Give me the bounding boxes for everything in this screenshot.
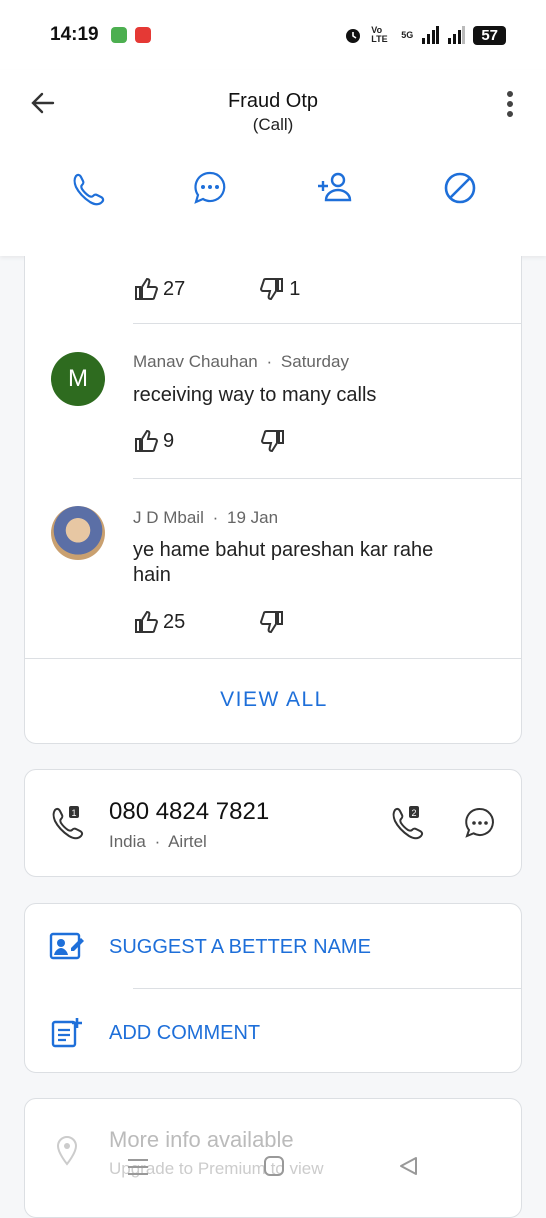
- svg-text:2: 2: [411, 808, 416, 818]
- comment-date: 19 Jan: [227, 508, 279, 527]
- more-options-icon[interactable]: [498, 90, 522, 118]
- comments-card: 27 1 M Manav Chauhan · Saturday receivin…: [24, 256, 522, 744]
- back-nav-icon[interactable]: [396, 1155, 420, 1177]
- contact-title: Fraud Otp: [227, 90, 319, 112]
- suggest-name-button[interactable]: SUGGEST A BETTER NAME: [109, 936, 371, 959]
- actions-card: SUGGEST A BETTER NAME ADD COMMENT: [24, 903, 522, 1073]
- network-label: 5G: [401, 30, 414, 40]
- contact-header: Fraud Otp (Call): [0, 70, 546, 256]
- alarm-icon: [346, 29, 361, 43]
- call-icon[interactable]: [66, 168, 106, 208]
- like-button[interactable]: 27: [133, 276, 185, 302]
- airtel-app-icon: [134, 27, 151, 43]
- dislike-button[interactable]: [259, 609, 289, 635]
- comment-divider: [133, 323, 521, 324]
- thumbs-up-icon: [135, 277, 159, 300]
- suggest-name-icon: [49, 932, 84, 960]
- avatar: [51, 506, 105, 560]
- system-nav-bar: [0, 1150, 546, 1200]
- comment-votes: 9: [133, 428, 290, 454]
- action-bar: [0, 168, 546, 208]
- comment-votes: 25: [133, 609, 289, 635]
- number-card: 1 080 4824 7821 India · Airtel 2: [24, 769, 522, 877]
- like-count: 25: [163, 610, 186, 633]
- comment-meta: J D Mbail · 19 Jan: [133, 508, 278, 528]
- comment-date: Saturday: [280, 352, 349, 371]
- thumbs-down-icon: [260, 278, 284, 301]
- volte-label: Vo LTE: [371, 25, 388, 44]
- signal-icon-2: [448, 26, 466, 44]
- thumbs-up-icon: [135, 429, 159, 452]
- block-icon[interactable]: [440, 168, 480, 208]
- comment-author: Manav Chauhan: [133, 352, 258, 371]
- status-bar: 14:19 Vo LTE 5G 57: [0, 0, 546, 70]
- meta-separator: ·: [212, 508, 219, 527]
- view-all-button[interactable]: VIEW ALL: [25, 688, 523, 712]
- like-count: 27: [163, 277, 186, 300]
- contact-subtitle: (Call): [252, 115, 294, 134]
- thumbs-up-icon: [135, 610, 159, 633]
- home-nav-icon[interactable]: [262, 1154, 286, 1178]
- call-sim2-icon[interactable]: 2: [389, 804, 425, 840]
- phone-number: 080 4824 7821: [109, 798, 270, 825]
- comment-meta: Manav Chauhan · Saturday: [133, 352, 349, 372]
- messages-app-icon: [110, 27, 127, 43]
- message-icon[interactable]: [190, 168, 230, 208]
- recents-nav-icon[interactable]: [124, 1156, 152, 1178]
- add-contact-icon[interactable]: [316, 168, 356, 208]
- dislike-count: 1: [289, 277, 301, 300]
- battery-indicator: 57: [473, 25, 506, 45]
- number-separator: ·: [154, 832, 161, 851]
- dislike-button[interactable]: [260, 428, 290, 454]
- comment-author: J D Mbail: [133, 508, 204, 527]
- like-button[interactable]: 9: [133, 428, 174, 454]
- call-sim1-icon[interactable]: 1: [49, 804, 85, 840]
- status-time: 14:19: [50, 24, 99, 45]
- number-carrier: Airtel: [168, 832, 207, 851]
- status-icons: Vo LTE 5G 57: [343, 25, 506, 45]
- thumbs-down-icon: [261, 430, 285, 453]
- comment-text: receiving way to many calls: [133, 384, 377, 406]
- like-button[interactable]: 25: [133, 609, 185, 635]
- meta-separator: ·: [266, 352, 273, 371]
- message-number-icon[interactable]: [463, 806, 497, 840]
- thumbs-down-icon: [260, 611, 284, 634]
- number-info: India · Airtel: [109, 832, 207, 852]
- comment-divider: [133, 478, 521, 479]
- menu-divider: [133, 988, 521, 989]
- avatar-letter: M: [68, 365, 88, 392]
- comment-divider: [25, 658, 521, 659]
- add-comment-icon: [51, 1018, 82, 1048]
- comment-text: ye hame bahut pareshan kar rahe hain: [133, 539, 434, 586]
- comment-votes: 27 1: [133, 276, 300, 302]
- svg-text:1: 1: [71, 808, 76, 818]
- number-country: India: [109, 832, 146, 851]
- add-comment-button[interactable]: ADD COMMENT: [109, 1022, 260, 1045]
- dislike-button[interactable]: 1: [259, 276, 300, 302]
- signal-icon: [422, 26, 440, 44]
- like-count: 9: [163, 429, 175, 452]
- avatar: M: [51, 352, 105, 406]
